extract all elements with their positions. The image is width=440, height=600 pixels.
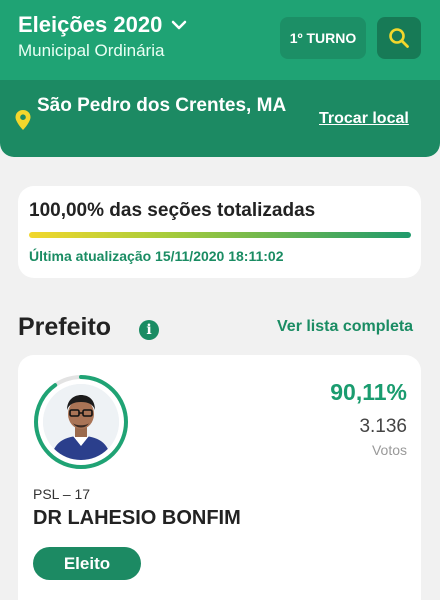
- totalization-title: 100,00% das seções totalizadas: [29, 200, 316, 221]
- election-title: Eleições 2020: [18, 12, 163, 37]
- info-icon[interactable]: i: [139, 320, 159, 340]
- header-top: Eleições 2020 Municipal Ordinária 1º TUR…: [0, 0, 440, 80]
- progress-bar-fill: [29, 232, 411, 238]
- search-button[interactable]: [377, 17, 421, 59]
- votes-label: Votos: [371, 442, 407, 458]
- candidate-card[interactable]: 90,11% 3.136 Votos PSL – 17 DR LAHESIO B…: [18, 355, 421, 600]
- location-pin-icon: [15, 110, 31, 130]
- progress-bar: [29, 232, 411, 238]
- election-selector[interactable]: Eleições 2020: [18, 12, 188, 38]
- last-update: Última atualização 15/11/2020 18:11:02: [29, 248, 284, 264]
- see-full-list-link[interactable]: Ver lista completa: [277, 318, 413, 336]
- chevron-down-icon: [172, 20, 187, 30]
- avatar-wrapper: [33, 374, 129, 470]
- status-badge: Eleito: [33, 547, 141, 580]
- candidate-name: DR LAHESIO BONFIM: [33, 507, 241, 529]
- party-number: PSL – 17: [33, 486, 91, 502]
- vote-count: 3.136: [359, 416, 407, 437]
- section-title: Prefeito: [18, 313, 112, 341]
- avatar: [43, 384, 119, 460]
- vote-percentage: 90,11%: [330, 379, 407, 405]
- location-name: São Pedro dos Crentes, MA: [37, 95, 287, 116]
- turno-button[interactable]: 1º TURNO: [280, 17, 366, 59]
- change-location-link[interactable]: Trocar local: [319, 110, 409, 128]
- header: Eleições 2020 Municipal Ordinária 1º TUR…: [0, 0, 440, 157]
- totalization-card: 100,00% das seções totalizadas Última at…: [18, 186, 421, 278]
- election-subtitle: Municipal Ordinária: [18, 41, 165, 60]
- search-icon: [389, 28, 409, 48]
- candidate-photo: [43, 384, 119, 460]
